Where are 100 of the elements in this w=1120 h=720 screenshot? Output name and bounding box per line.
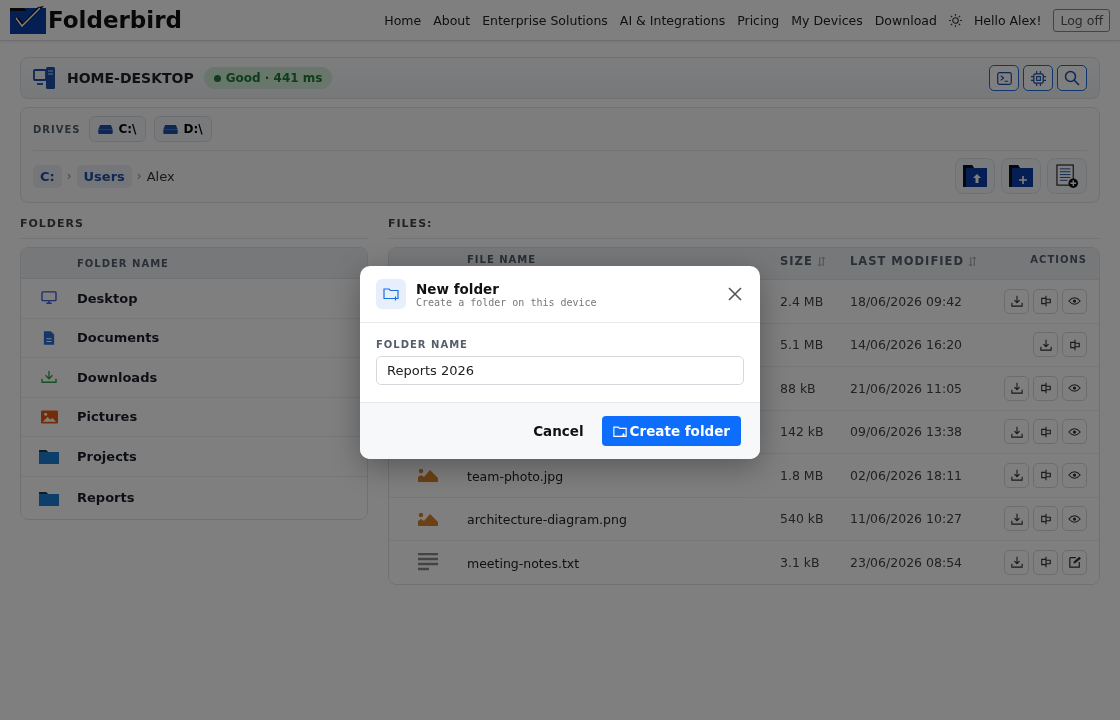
create-folder-button[interactable]: Create folder	[601, 416, 741, 446]
folder-name: Desktop	[77, 290, 139, 306]
share-button[interactable]	[1033, 549, 1058, 575]
nav-link[interactable]: My Devices	[791, 12, 863, 28]
edit-icon	[1068, 556, 1081, 569]
file-modified: 21/06/2026 11:05	[850, 380, 964, 396]
eye-icon	[1068, 426, 1081, 437]
share-button[interactable]	[1033, 462, 1058, 488]
split-icon	[1039, 512, 1052, 525]
file-size: 540 kB	[780, 511, 825, 527]
column-header[interactable]: SIZE	[780, 254, 813, 268]
folder-name: Downloads	[77, 369, 159, 385]
file-name[interactable]: architecture-diagram.png	[467, 512, 627, 528]
download-button[interactable]	[1004, 549, 1029, 575]
new-folder-button[interactable]	[1001, 158, 1041, 194]
split-icon	[1039, 469, 1052, 482]
folder-name: Documents	[77, 330, 161, 346]
logout-button[interactable]: Log off	[1053, 8, 1110, 32]
download-button[interactable]	[1033, 332, 1058, 358]
split-icon	[1068, 338, 1081, 351]
search-button[interactable]	[1057, 65, 1087, 91]
sun-icon[interactable]	[948, 13, 962, 27]
new-file-button[interactable]	[1047, 158, 1087, 194]
file-size: 5.1 MB	[780, 337, 825, 353]
drive-button[interactable]: C:\	[88, 116, 146, 142]
nav-link[interactable]: AI & Integrations	[619, 12, 726, 28]
file-name[interactable]: team-photo.jpg	[467, 468, 564, 484]
folder-plus-icon	[612, 424, 627, 438]
nav-link[interactable]: About	[433, 12, 471, 28]
breadcrumb-separator: ›	[136, 169, 142, 183]
folder-name: Pictures	[77, 409, 139, 425]
breadcrumb-link[interactable]: Users	[76, 164, 132, 188]
image-icon	[40, 409, 58, 424]
nav-link[interactable]: Home	[384, 12, 422, 28]
file-size: 3.1 kB	[780, 554, 821, 570]
file-modified: 09/06/2026 13:38	[850, 424, 964, 440]
device-name: HOME-DESKTOP	[67, 70, 194, 86]
folder-plus-icon	[1009, 165, 1033, 187]
upload-folder-button[interactable]	[955, 158, 995, 194]
brand-name: Folderbird	[48, 7, 183, 33]
edit-button[interactable]	[1062, 549, 1087, 575]
eye-icon	[1068, 296, 1081, 307]
download-icon	[1010, 556, 1023, 569]
folder-plus-icon	[376, 279, 406, 309]
file-size: 2.4 MB	[780, 293, 825, 309]
split-icon	[1039, 425, 1052, 438]
breadcrumb-current: Alex	[146, 168, 175, 184]
download-icon	[1039, 338, 1052, 351]
download-button[interactable]	[1004, 462, 1029, 488]
folder-name: Reports	[77, 490, 136, 505]
share-button[interactable]	[1062, 332, 1087, 358]
file-name[interactable]: meeting-notes.txt	[467, 555, 580, 571]
column-header: ACTIONS	[1030, 254, 1087, 265]
view-button[interactable]	[1062, 375, 1087, 401]
view-button[interactable]	[1062, 419, 1087, 445]
dialog-title: New folder	[416, 280, 500, 297]
view-button[interactable]	[1062, 288, 1087, 314]
share-button[interactable]	[1033, 375, 1058, 401]
nav-link[interactable]: Download	[874, 12, 937, 28]
files-heading: FILES:	[388, 217, 1100, 239]
column-header[interactable]: LAST MODIFIED	[850, 254, 964, 268]
file-modified: 11/06/2026 10:27	[850, 511, 964, 527]
file-plus-icon	[1055, 163, 1079, 189]
drives-label: DRIVES	[33, 123, 81, 135]
image-icon	[418, 468, 438, 483]
download-button[interactable]	[1004, 288, 1029, 314]
drive-button[interactable]: D:\	[153, 116, 212, 142]
split-icon	[1039, 556, 1052, 569]
folder-name-field[interactable]: Reports 2026	[376, 356, 744, 385]
share-button[interactable]	[1033, 506, 1058, 532]
download-button[interactable]	[1004, 506, 1029, 532]
split-icon	[1039, 382, 1052, 395]
nav-link[interactable]: Enterprise Solutions	[482, 12, 608, 28]
split-icon	[1039, 295, 1052, 308]
download-icon	[1010, 512, 1023, 525]
column-header[interactable]: FILE NAME	[467, 254, 537, 265]
download-button[interactable]	[1004, 419, 1029, 445]
column-header: FOLDER NAME	[77, 257, 170, 269]
eye-icon	[1068, 470, 1081, 481]
chip-button[interactable]	[1023, 65, 1053, 91]
folder-icon	[39, 489, 59, 506]
nav-link[interactable]: Pricing	[737, 12, 780, 28]
terminal-button[interactable]	[989, 65, 1019, 91]
drive-icon	[162, 124, 178, 134]
close-button[interactable]	[726, 285, 744, 303]
breadcrumb-link[interactable]: C:	[33, 164, 62, 188]
download-button[interactable]	[1004, 375, 1029, 401]
share-button[interactable]	[1033, 419, 1058, 445]
download-icon	[41, 370, 57, 385]
file-modified: 23/06/2026 08:54	[850, 554, 964, 570]
cancel-button[interactable]: Cancel	[525, 416, 592, 446]
file-modified: 14/06/2026 16:20	[850, 337, 964, 353]
view-button[interactable]	[1062, 506, 1087, 532]
file-size: 88 kB	[780, 380, 817, 396]
greeting: Hello Alex!	[973, 12, 1042, 28]
share-button[interactable]	[1033, 288, 1058, 314]
image-icon	[418, 511, 438, 526]
view-button[interactable]	[1062, 462, 1087, 488]
download-icon	[1010, 425, 1023, 438]
folders-heading: FOLDERS	[20, 217, 368, 239]
